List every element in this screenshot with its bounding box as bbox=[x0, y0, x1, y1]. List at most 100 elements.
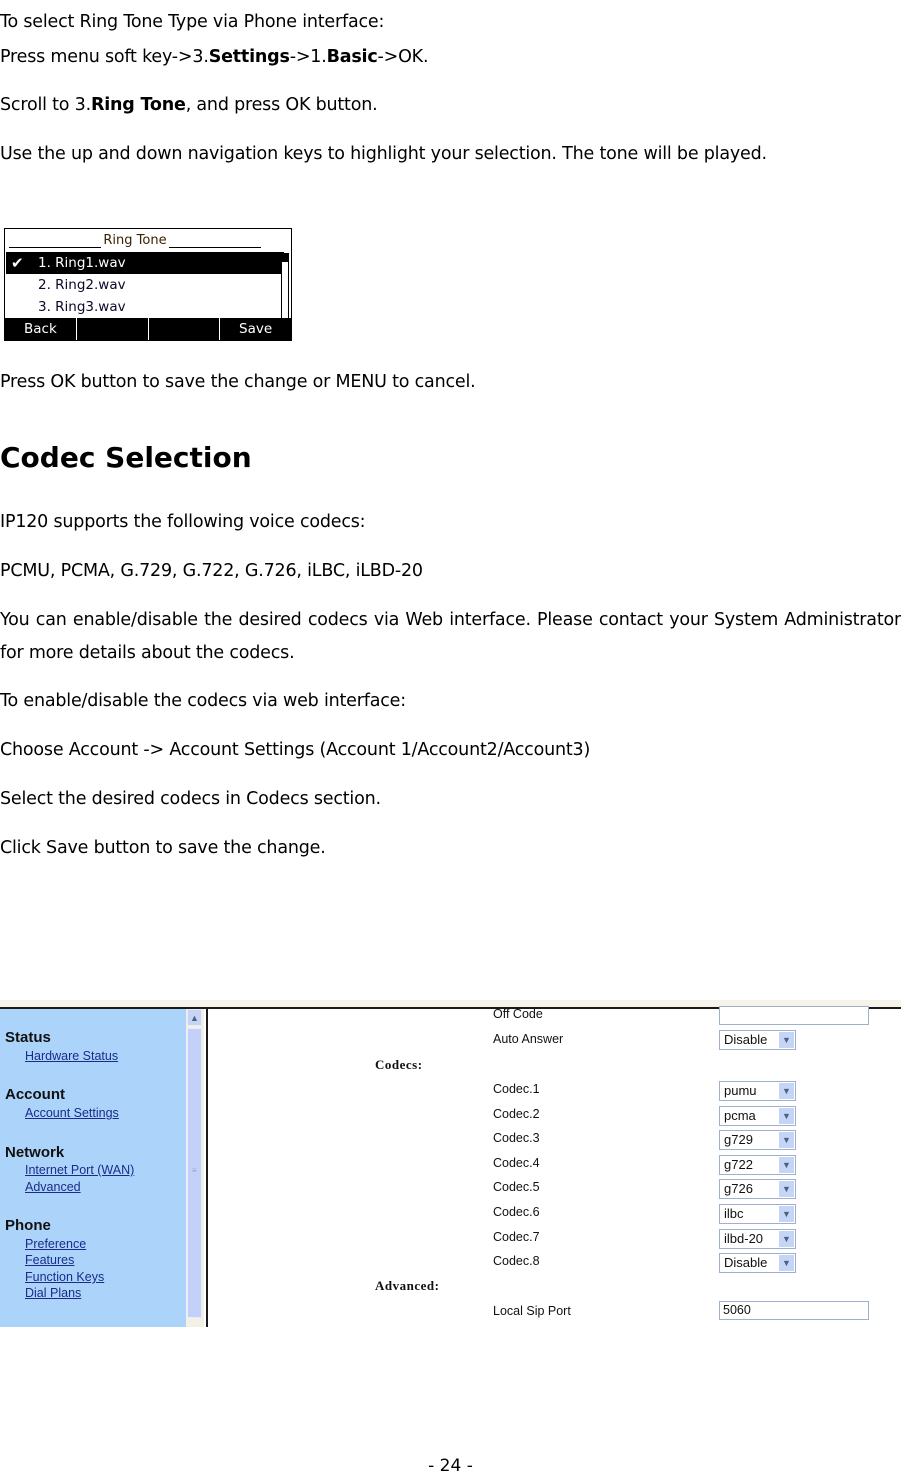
dropdown-arrow-icon[interactable]: ▼ bbox=[779, 1255, 794, 1272]
step-navigation: Use the up and down navigation keys to h… bbox=[0, 144, 767, 164]
nav-group-status: Status bbox=[5, 1029, 51, 1046]
nav-sidebar: Status Hardware Status Account Account S… bbox=[0, 1009, 186, 1327]
text: ->OK. bbox=[377, 47, 429, 67]
lcd-scroll-thumb bbox=[282, 254, 288, 262]
codec-select[interactable]: ilbd-20 ▼ bbox=[719, 1228, 796, 1249]
text: , and press OK button. bbox=[185, 95, 378, 115]
codec-label: Codec.4 bbox=[493, 1155, 540, 1170]
nav-link-advanced[interactable]: Advanced bbox=[25, 1180, 81, 1194]
step-ring-tone: Scroll to 3.Ring Tone, and press OK butt… bbox=[0, 89, 901, 122]
bold-ring-tone: Ring Tone bbox=[90, 95, 186, 115]
list-item-label: 3. Ring3.wav bbox=[38, 299, 126, 315]
codec-web-intro: To enable/disable the codecs via web int… bbox=[0, 691, 406, 711]
nav-link-function-keys[interactable]: Function Keys bbox=[25, 1270, 104, 1284]
select-value: pumu bbox=[724, 1083, 757, 1098]
phone-lcd-screenshot: Ring Tone ✔ 1. Ring1.wav 2. Ring2.wav 3.… bbox=[4, 228, 292, 341]
nav-group-phone: Phone bbox=[5, 1217, 51, 1234]
step-settings-basic: Press menu soft key->3.Settings->1.Basic… bbox=[0, 41, 901, 74]
nav-link-internet-port[interactable]: Internet Port (WAN) bbox=[25, 1163, 134, 1177]
scroll-thumb[interactable]: ≡ bbox=[187, 1028, 202, 1318]
list-item-label: 2. Ring2.wav bbox=[38, 277, 126, 293]
lcd-list-item: ✔ 1. Ring1.wav bbox=[6, 252, 284, 274]
nav-link-dial-plans[interactable]: Dial Plans bbox=[25, 1286, 81, 1300]
dropdown-arrow-icon[interactable]: ▼ bbox=[779, 1032, 794, 1048]
auto-answer-label: Auto Answer bbox=[493, 1032, 564, 1046]
section-heading: Codec Selection bbox=[0, 441, 252, 474]
bold-settings: Settings bbox=[208, 47, 290, 67]
sidebar-scrollbar[interactable]: ▲ ≡ bbox=[186, 1009, 204, 1327]
select-value: g726 bbox=[724, 1181, 753, 1197]
nav-link-preference[interactable]: Preference bbox=[25, 1237, 86, 1251]
codec-select[interactable]: g722 ▼ bbox=[719, 1154, 796, 1175]
select-value: ilbd-20 bbox=[724, 1230, 764, 1246]
nav-link-hardware-status[interactable]: Hardware Status bbox=[25, 1049, 118, 1063]
codec-intro: IP120 supports the following voice codec… bbox=[0, 512, 366, 532]
codecs-section-label: Codecs: bbox=[375, 1057, 423, 1072]
codec-select[interactable]: Disable ▼ bbox=[719, 1253, 796, 1274]
codec-select[interactable]: g729 ▼ bbox=[719, 1130, 796, 1151]
softkey-bar: Back Save bbox=[5, 318, 291, 340]
select-value: Disable bbox=[724, 1255, 768, 1271]
scroll-up-icon[interactable]: ▲ bbox=[187, 1009, 202, 1026]
nav-group-account: Account bbox=[5, 1086, 65, 1103]
web-interface-screenshot: Status Hardware Status Account Account S… bbox=[0, 1000, 901, 1327]
codec-step-save: Click Save button to save the change. bbox=[0, 838, 326, 858]
list-item-label: 1. Ring1.wav bbox=[38, 255, 126, 271]
advanced-section-label: Advanced: bbox=[375, 1278, 440, 1293]
text: Press menu soft key->3. bbox=[0, 47, 209, 67]
dropdown-arrow-icon[interactable]: ▼ bbox=[779, 1083, 794, 1099]
softkey-save: Save bbox=[239, 321, 273, 337]
dropdown-arrow-icon[interactable]: ▼ bbox=[779, 1156, 794, 1173]
codec-select[interactable]: pumu ▼ bbox=[719, 1081, 796, 1101]
nav-link-features[interactable]: Features bbox=[25, 1253, 74, 1267]
text: Scroll to 3. bbox=[0, 95, 91, 115]
softkey-empty bbox=[77, 318, 149, 340]
codec-label: Codec.6 bbox=[493, 1205, 540, 1219]
dropdown-arrow-icon[interactable]: ▼ bbox=[779, 1107, 794, 1124]
codec-web-note: You can enable/disable the desired codec… bbox=[0, 610, 901, 663]
codec-label: Codec.8 bbox=[493, 1254, 540, 1269]
grip-icon: ≡ bbox=[192, 1166, 197, 1175]
auto-answer-select[interactable]: Disable ▼ bbox=[719, 1030, 796, 1050]
dropdown-arrow-icon[interactable]: ▼ bbox=[779, 1206, 794, 1222]
nav-group-network: Network bbox=[5, 1144, 65, 1161]
off-code-input[interactable] bbox=[719, 1006, 869, 1025]
lcd-title: Ring Tone bbox=[9, 231, 261, 251]
lcd-list-item: 3. Ring3.wav bbox=[6, 296, 284, 318]
select-value: g729 bbox=[724, 1132, 753, 1148]
softkey-empty bbox=[149, 318, 221, 340]
save-cancel-text: Press OK button to save the change or ME… bbox=[0, 372, 476, 392]
codec-step-choose: Choose Account -> Account Settings (Acco… bbox=[0, 740, 591, 760]
check-icon: ✔ bbox=[11, 254, 24, 272]
bold-basic: Basic bbox=[326, 47, 378, 67]
codec-step-select: Select the desired codecs in Codecs sect… bbox=[0, 789, 381, 809]
codec-label: Codec.3 bbox=[493, 1131, 540, 1146]
select-value: g722 bbox=[724, 1156, 753, 1172]
codec-select[interactable]: pcma ▼ bbox=[719, 1105, 796, 1126]
local-sip-port-input[interactable]: 5060 bbox=[719, 1301, 869, 1320]
dropdown-arrow-icon[interactable]: ▼ bbox=[779, 1230, 794, 1247]
lcd-list-item: 2. Ring2.wav bbox=[6, 274, 284, 296]
codec-select[interactable]: g726 ▼ bbox=[719, 1179, 796, 1200]
local-sip-port-label: Local Sip Port bbox=[493, 1304, 571, 1318]
codec-label: Codec.5 bbox=[493, 1180, 540, 1195]
codec-select[interactable]: ilbc ▼ bbox=[719, 1204, 796, 1224]
dropdown-arrow-icon[interactable]: ▼ bbox=[779, 1132, 794, 1149]
page-number: - 24 - bbox=[428, 1456, 473, 1476]
frame-divider bbox=[206, 1009, 208, 1327]
nav-link-account-settings[interactable]: Account Settings bbox=[25, 1106, 119, 1120]
softkey-back: Back bbox=[5, 318, 77, 340]
codec-list: PCMU, PCMA, G.729, G.722, G.726, iLBC, i… bbox=[0, 561, 423, 581]
select-value: ilbc bbox=[724, 1206, 744, 1221]
codec-label: Codec.2 bbox=[493, 1106, 540, 1121]
text: ->1. bbox=[289, 47, 327, 67]
codec-label: Codec.7 bbox=[493, 1229, 540, 1244]
select-value: pcma bbox=[724, 1107, 756, 1123]
off-code-label: Off Code bbox=[493, 1007, 543, 1021]
intro-text: To select Ring Tone Type via Phone inter… bbox=[0, 12, 385, 32]
dropdown-arrow-icon[interactable]: ▼ bbox=[779, 1181, 794, 1198]
codec-label: Codec.1 bbox=[493, 1082, 540, 1096]
lcd-scrollbar bbox=[281, 253, 289, 319]
select-value: Disable bbox=[724, 1032, 768, 1047]
lcd-title-text: Ring Tone bbox=[101, 233, 169, 248]
